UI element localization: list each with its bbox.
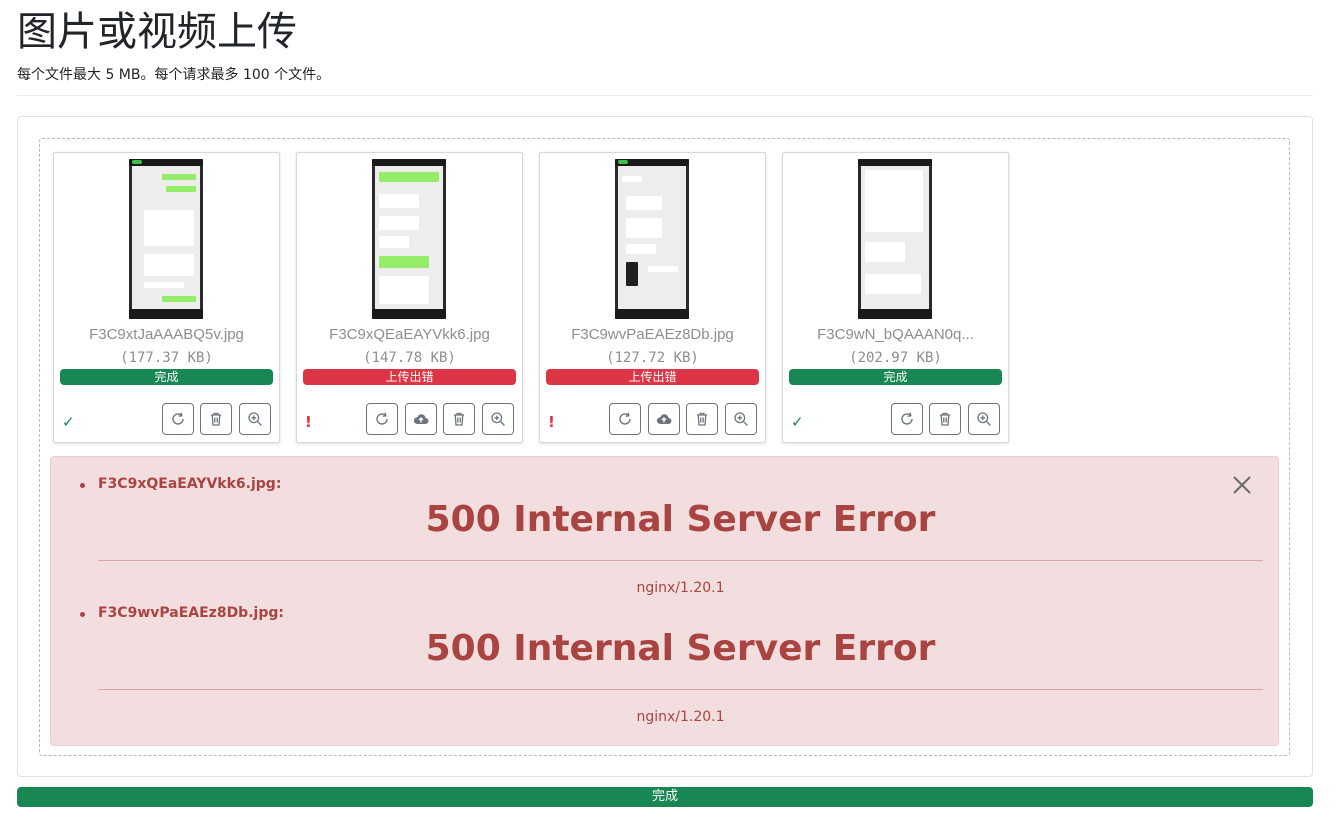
error-alert: F3C9xQEaEAYVkk6.jpg: 500 Internal Server… [50, 456, 1279, 746]
rotate-icon [619, 412, 631, 425]
upload-panel: F3C9xtJaAAABQ5v.jpg (177.37 KB) 完成 ✓ F3C… [17, 116, 1313, 777]
thumb-screen [618, 166, 686, 309]
thumb-statusbar [372, 159, 446, 166]
zoom-in-icon [248, 412, 262, 426]
delete-button[interactable] [686, 403, 718, 435]
upload-status-bar: 完成 [789, 369, 1002, 385]
file-thumbnail[interactable] [858, 159, 932, 319]
zoom-in-icon [734, 412, 748, 426]
file-name: F3C9xtJaAAABQ5v.jpg [89, 326, 244, 343]
retry-button[interactable] [162, 403, 194, 435]
close-alert-button[interactable] [1231, 474, 1253, 496]
upload-status-bar: 上传出错 [303, 369, 516, 385]
title-divider [17, 95, 1313, 96]
error-bullet [80, 612, 85, 617]
trash-icon [454, 412, 464, 426]
upload-status-bar: 上传出错 [546, 369, 759, 385]
error-divider [98, 560, 1263, 561]
rotate-icon [172, 412, 184, 425]
error-title: 500 Internal Server Error [425, 499, 936, 540]
thumb-screen [375, 166, 443, 309]
check-icon: ✓ [791, 413, 804, 431]
upload-status-bar: 完成 [60, 369, 273, 385]
thumb-statusbar [858, 159, 932, 166]
thumb-navbar [372, 309, 446, 319]
retry-button[interactable] [891, 403, 923, 435]
file-size: (177.37 KB) [120, 350, 213, 366]
file-card: F3C9xQEaEAYVkk6.jpg (147.78 KB) 上传出错 ! [296, 152, 523, 443]
file-thumbnail[interactable] [372, 159, 446, 319]
dropzone[interactable]: F3C9xtJaAAABQ5v.jpg (177.37 KB) 完成 ✓ F3C… [39, 138, 1290, 756]
thumb-statusbar [129, 159, 203, 166]
zoom-button[interactable] [239, 403, 271, 435]
delete-button[interactable] [200, 403, 232, 435]
thumb-screen [132, 166, 200, 309]
upload-button[interactable] [405, 403, 437, 435]
trash-icon [697, 412, 707, 426]
delete-button[interactable] [443, 403, 475, 435]
thumb-navbar [615, 309, 689, 319]
file-card: F3C9wN_bQAAAN0q... (202.97 KB) 完成 ✓ [782, 152, 1009, 443]
cloud-upload-icon [656, 414, 672, 425]
file-card: F3C9xtJaAAABQ5v.jpg (177.37 KB) 完成 ✓ [53, 152, 280, 443]
zoom-button[interactable] [968, 403, 1000, 435]
delete-button[interactable] [929, 403, 961, 435]
thumb-screen [861, 166, 929, 309]
zoom-button[interactable] [482, 403, 514, 435]
upload-button[interactable] [648, 403, 680, 435]
file-name: F3C9wN_bQAAAN0q... [817, 326, 974, 343]
zoom-in-icon [977, 412, 991, 426]
error-file-name: F3C9xQEaEAYVkk6.jpg: [98, 476, 282, 492]
thumb-statusbar [615, 159, 689, 166]
page-subtitle: 每个文件最大 5 MB。每个请求最多 100 个文件。 [17, 67, 331, 83]
error-bullet [80, 483, 85, 488]
trash-icon [940, 412, 950, 426]
thumb-navbar [129, 309, 203, 319]
file-size: (147.78 KB) [363, 350, 456, 366]
thumb-pill [132, 160, 142, 164]
zoom-button[interactable] [725, 403, 757, 435]
retry-button[interactable] [366, 403, 398, 435]
file-size: (202.97 KB) [849, 350, 942, 366]
error-title: 500 Internal Server Error [425, 628, 936, 669]
thumb-navbar [858, 309, 932, 319]
retry-button[interactable] [609, 403, 641, 435]
trash-icon [211, 412, 221, 426]
file-name: F3C9wvPaEAEz8Db.jpg [571, 326, 734, 343]
cloud-upload-icon [413, 414, 429, 425]
thumb-pill [618, 160, 628, 164]
rotate-icon [376, 412, 388, 425]
error-mark-icon: ! [548, 413, 555, 431]
error-file-name: F3C9wvPaEAEz8Db.jpg: [98, 605, 284, 621]
error-divider [98, 689, 1263, 690]
file-thumbnail[interactable] [615, 159, 689, 319]
overall-progress-bar: 完成 [17, 787, 1313, 807]
check-icon: ✓ [62, 413, 75, 431]
error-server: nginx/1.20.1 [636, 709, 725, 725]
overall-progress-fill: 完成 [17, 787, 1313, 807]
file-size: (127.72 KB) [606, 350, 699, 366]
page-title: 图片或视频上传 [17, 9, 297, 55]
error-server: nginx/1.20.1 [636, 580, 725, 596]
file-card: F3C9wvPaEAEz8Db.jpg (127.72 KB) 上传出错 ! [539, 152, 766, 443]
close-icon [1233, 476, 1251, 494]
file-thumbnail[interactable] [129, 159, 203, 319]
zoom-in-icon [491, 412, 505, 426]
rotate-icon [901, 412, 913, 425]
file-name: F3C9xQEaEAYVkk6.jpg [329, 326, 490, 343]
error-mark-icon: ! [305, 413, 312, 431]
